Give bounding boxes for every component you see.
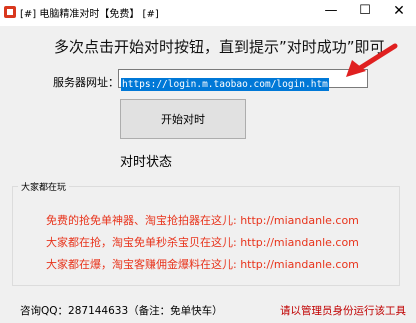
promo-link[interactable]: 免费的抢免单神器、淘宝抢拍器在这儿: http://miandanle.com: [46, 212, 359, 228]
promo-group-title: 大家都在玩: [18, 180, 70, 193]
window-title: [#] 电脑精准对时【免费】 [#]: [20, 9, 159, 20]
close-button[interactable]: ✕: [382, 0, 416, 24]
promo-link[interactable]: 大家都在爆，淘宝客赚佣金爆料在这儿: http://miandanle.com: [46, 256, 359, 272]
minimize-button[interactable]: —: [314, 0, 348, 24]
maximize-button[interactable]: ☐: [348, 0, 382, 24]
instruction-text: 多次点击开始对时按钮，直到提示”对时成功”即可: [54, 38, 385, 56]
start-sync-button[interactable]: 开始对时: [120, 99, 246, 139]
server-url-value: https://login.m.taobao.com/login.htm: [121, 78, 329, 91]
title-bar: [#] 电脑精准对时【免费】 [#] — ☐ ✕: [0, 0, 416, 26]
contact-info: 咨询QQ：287144633（备注：免单快车）: [20, 305, 223, 317]
server-url-label: 服务器网址：: [53, 76, 119, 89]
promo-link[interactable]: 大家都在抢，淘宝免单秒杀宝贝在这儿: http://miandanle.com: [46, 234, 359, 250]
app-icon: [4, 6, 16, 18]
admin-notice: 请以管理员身份运行该工具: [280, 305, 406, 317]
sync-status-label: 对时状态: [120, 155, 173, 170]
server-url-input[interactable]: https://login.m.taobao.com/login.htm: [118, 69, 368, 91]
